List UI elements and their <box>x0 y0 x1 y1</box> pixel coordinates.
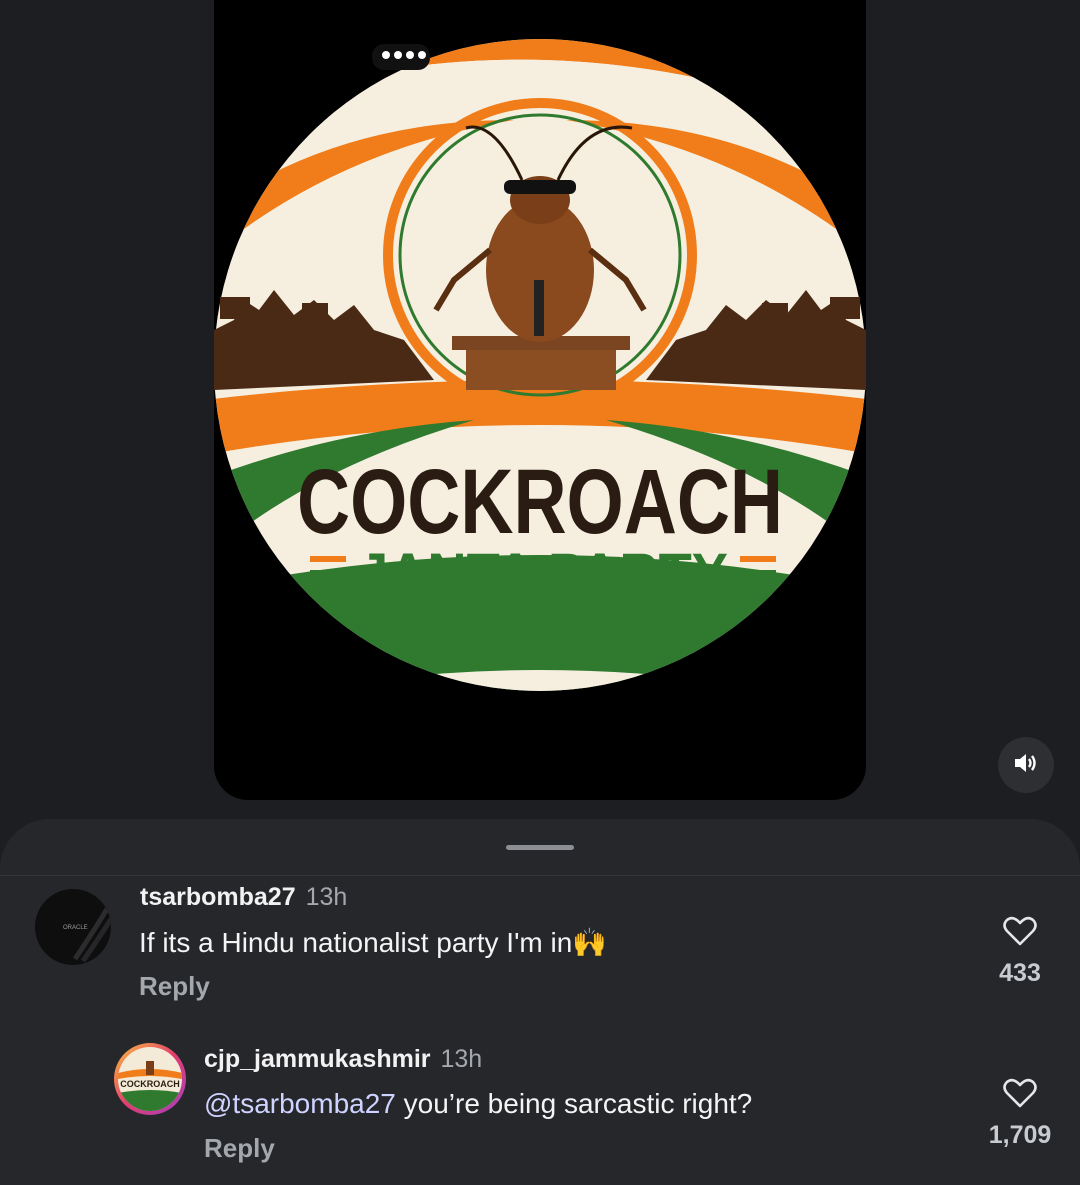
comment-time: 13h <box>305 883 348 911</box>
comments-sheet: ORACLE tsarbomba27 13h If its a Hindu nat… <box>0 819 1080 1185</box>
comment-username-line: cjp_jammukashmir 13h <box>204 1045 482 1074</box>
reply-button[interactable]: Reply <box>139 971 210 1002</box>
like-button[interactable]: 433 <box>975 915 1065 988</box>
avatar[interactable]: ORACLE <box>35 889 111 965</box>
comment-username-line: tsarbomba27 13h <box>140 883 347 912</box>
comment-text: If its a Hindu nationalist party I'm in🙌 <box>139 927 608 958</box>
volume-button[interactable] <box>998 737 1054 793</box>
reply-button[interactable]: Reply <box>204 1133 275 1164</box>
logo-title: COCKROACH <box>297 451 783 553</box>
comment-time: 13h <box>440 1045 483 1073</box>
logo-subtitle: JANTA PARTY <box>358 541 728 604</box>
avatar-label: COCKROACH <box>120 1079 180 1089</box>
sheet-drag-handle[interactable] <box>506 845 574 850</box>
comment-text: @tsarbomba27 you’re being sarcastic righ… <box>204 1088 752 1120</box>
heart-icon <box>975 915 1065 947</box>
like-button[interactable]: 1,709 <box>975 1077 1065 1150</box>
volume-icon <box>1013 752 1039 779</box>
avatar-sublabel: JANTA PARTY <box>136 1090 164 1095</box>
mention-link[interactable]: @tsarbomba27 <box>204 1088 396 1119</box>
divider <box>0 875 1080 876</box>
comment-username[interactable]: cjp_jammukashmir <box>204 1045 431 1073</box>
avatar[interactable]: COCKROACH JANTA PARTY <box>114 1043 186 1115</box>
comment-body: you’re being sarcastic right? <box>395 1088 753 1119</box>
like-count: 1,709 <box>988 1121 1052 1149</box>
heart-icon <box>975 1077 1065 1109</box>
party-logo-image: COCKROACH JANTA PARTY <box>214 39 866 691</box>
avatar-label: ORACLE <box>63 925 88 931</box>
like-count: 433 <box>999 959 1041 987</box>
comment-username[interactable]: tsarbomba27 <box>140 883 296 911</box>
post-video[interactable]: COCKROACH JANTA PARTY <box>214 0 866 800</box>
